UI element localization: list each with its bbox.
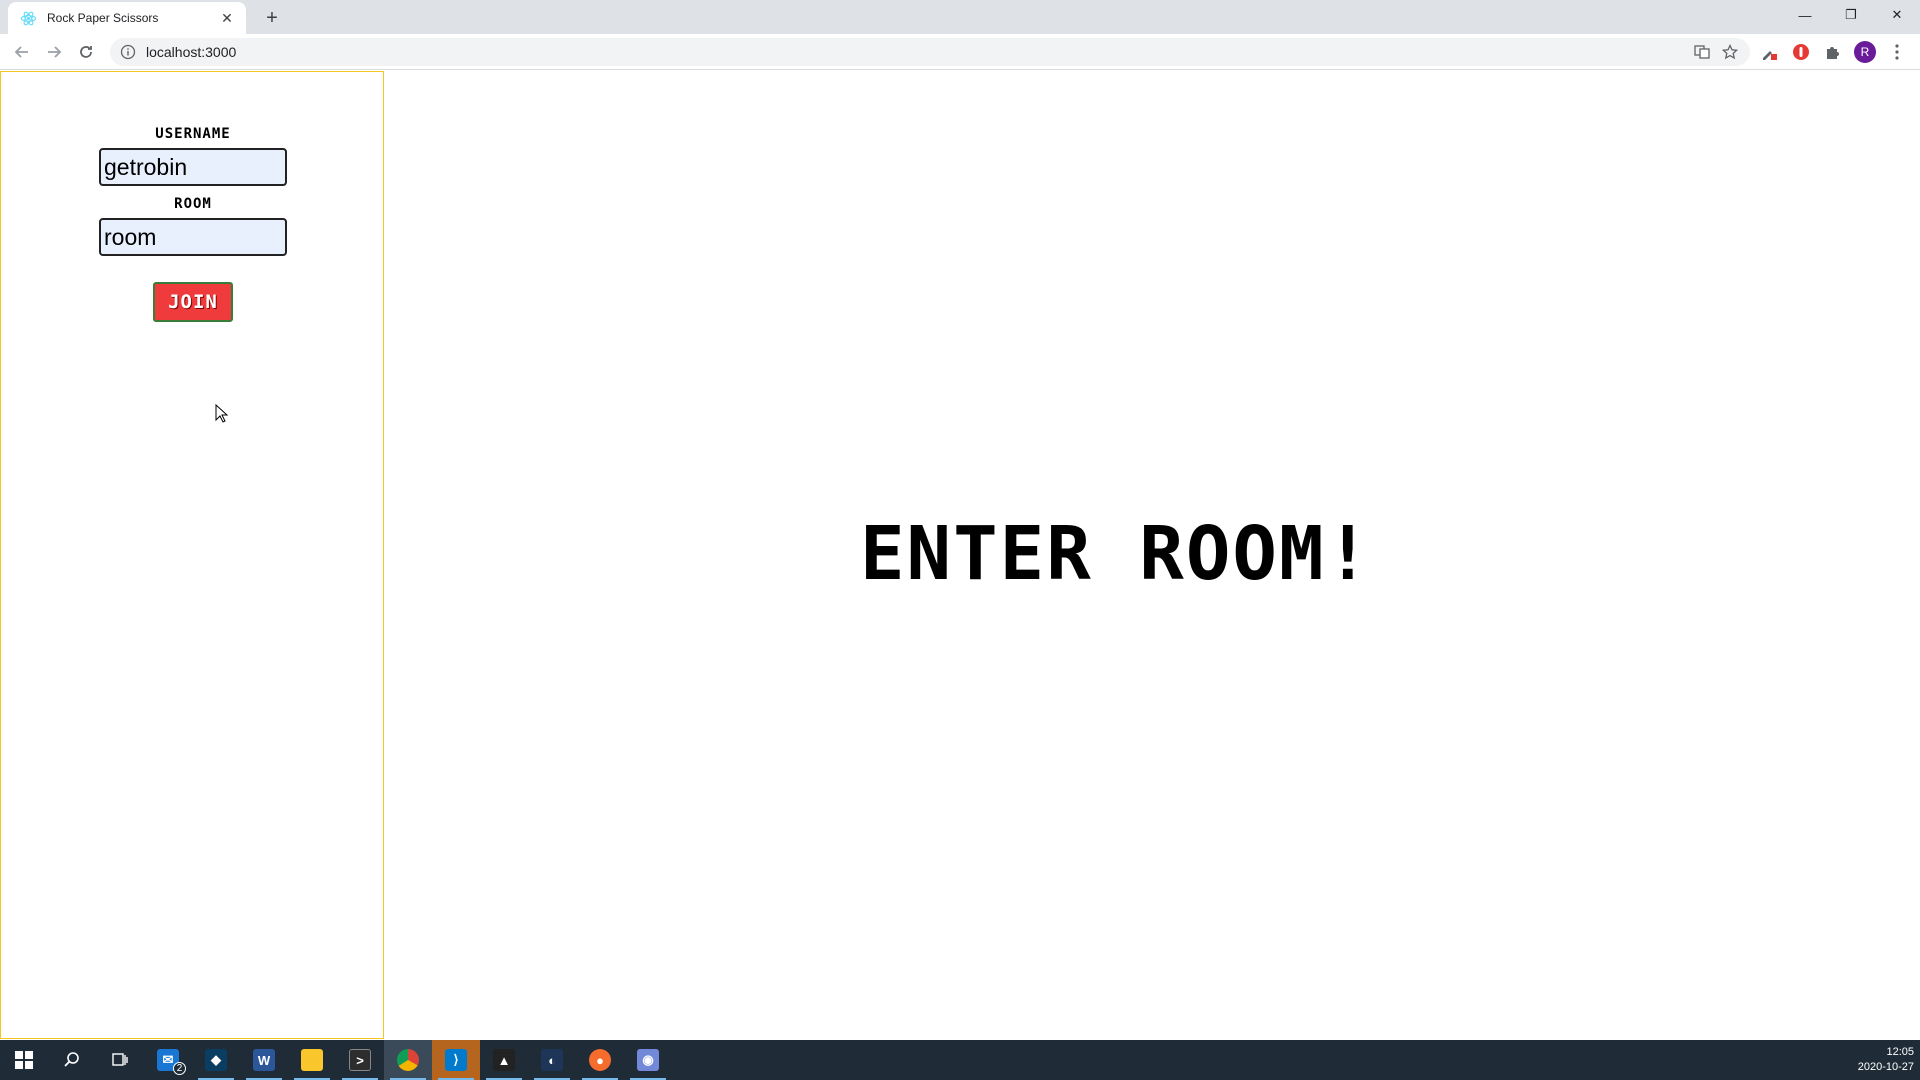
translate-icon[interactable] [1692,42,1712,62]
browser-toolbar: localhost:3000 R [0,34,1920,70]
app-icon: ▲ [493,1049,515,1071]
room-label: ROOM [174,196,212,212]
task-view-button[interactable] [96,1040,144,1080]
taskbar-terminal[interactable]: > [336,1040,384,1080]
taskbar-app-inkscape[interactable]: ▲ [480,1040,528,1080]
windows-taskbar: ✉ 2 ◆ W > ⟩ ▲ ◐ ● ◉ 12:05 2020-10-27 [0,1040,1920,1080]
back-arrow-icon [14,46,28,58]
taskbar-app-eclipse[interactable]: ◐ [528,1040,576,1080]
reload-button[interactable] [72,38,100,66]
join-sidebar: USERNAME ROOM JOIN [0,71,384,1039]
folder-icon [301,1049,323,1071]
extensions-area: R [1758,38,1920,66]
browser-tab[interactable]: Rock Paper Scissors ✕ [8,2,246,34]
taskbar-discord[interactable]: ◉ [624,1040,672,1080]
start-button[interactable] [0,1040,48,1080]
discord-icon: ◉ [637,1049,659,1071]
new-tab-button[interactable]: + [260,6,284,30]
windows-logo-icon [15,1051,33,1069]
taskbar-vscode[interactable]: ⟩ [432,1040,480,1080]
tab-title: Rock Paper Scissors [47,11,159,25]
close-window-button[interactable]: ✕ [1874,0,1920,30]
chrome-icon [397,1049,419,1071]
taskbar-word[interactable]: W [240,1040,288,1080]
page-viewport: USERNAME ROOM JOIN ENTER ROOM! [0,71,1920,1039]
join-button[interactable]: JOIN [153,282,233,322]
adblock-extension-icon[interactable] [1790,41,1812,63]
tab-close-icon[interactable]: ✕ [218,9,236,27]
username-input[interactable] [99,148,287,186]
mouse-cursor-icon [215,404,229,423]
taskbar-file-explorer[interactable] [288,1040,336,1080]
address-bar[interactable]: localhost:3000 [110,38,1750,66]
forward-button[interactable] [40,38,68,66]
system-clock[interactable]: 12:05 2020-10-27 [1858,1040,1914,1080]
forward-arrow-icon [48,46,62,58]
react-favicon-icon [20,10,37,27]
info-icon[interactable] [120,44,136,60]
word-icon: W [253,1049,275,1071]
browser-menu-icon[interactable] [1886,41,1908,63]
search-icon [64,1052,79,1067]
room-input[interactable] [99,218,287,256]
url-text: localhost:3000 [146,44,237,60]
taskbar-app-dev[interactable]: ◆ [192,1040,240,1080]
page-headline: ENTER ROOM! [860,511,1373,597]
minimize-button[interactable]: — [1782,0,1828,30]
app-icon: ◐ [541,1049,563,1071]
eyedropper-extension-icon[interactable] [1758,41,1780,63]
profile-avatar[interactable]: R [1854,41,1876,63]
main-area: ENTER ROOM! [385,71,1920,1039]
restore-button[interactable]: ❐ [1828,0,1874,30]
taskbar-mail[interactable]: ✉ 2 [144,1040,192,1080]
app-icon: ◆ [205,1049,227,1071]
window-controls: — ❐ ✕ [1782,0,1920,30]
terminal-icon: > [349,1049,371,1071]
extensions-puzzle-icon[interactable] [1822,41,1844,63]
back-button[interactable] [8,38,36,66]
username-label: USERNAME [155,126,231,142]
clock-time: 12:05 [1886,1046,1914,1058]
reload-icon [80,46,92,58]
clock-date: 2020-10-27 [1857,1061,1914,1073]
app-icon: ● [589,1049,611,1071]
task-view-icon [112,1053,128,1066]
taskbar-chrome[interactable] [384,1040,432,1080]
browser-tab-strip: Rock Paper Scissors ✕ + — ❐ ✕ [0,0,1920,34]
search-button[interactable] [48,1040,96,1080]
bookmark-star-icon[interactable] [1720,42,1740,62]
vscode-icon: ⟩ [445,1049,467,1071]
join-form: USERNAME ROOM JOIN [1,72,385,322]
taskbar-app-origin[interactable]: ● [576,1040,624,1080]
mail-badge: 2 [173,1062,186,1075]
